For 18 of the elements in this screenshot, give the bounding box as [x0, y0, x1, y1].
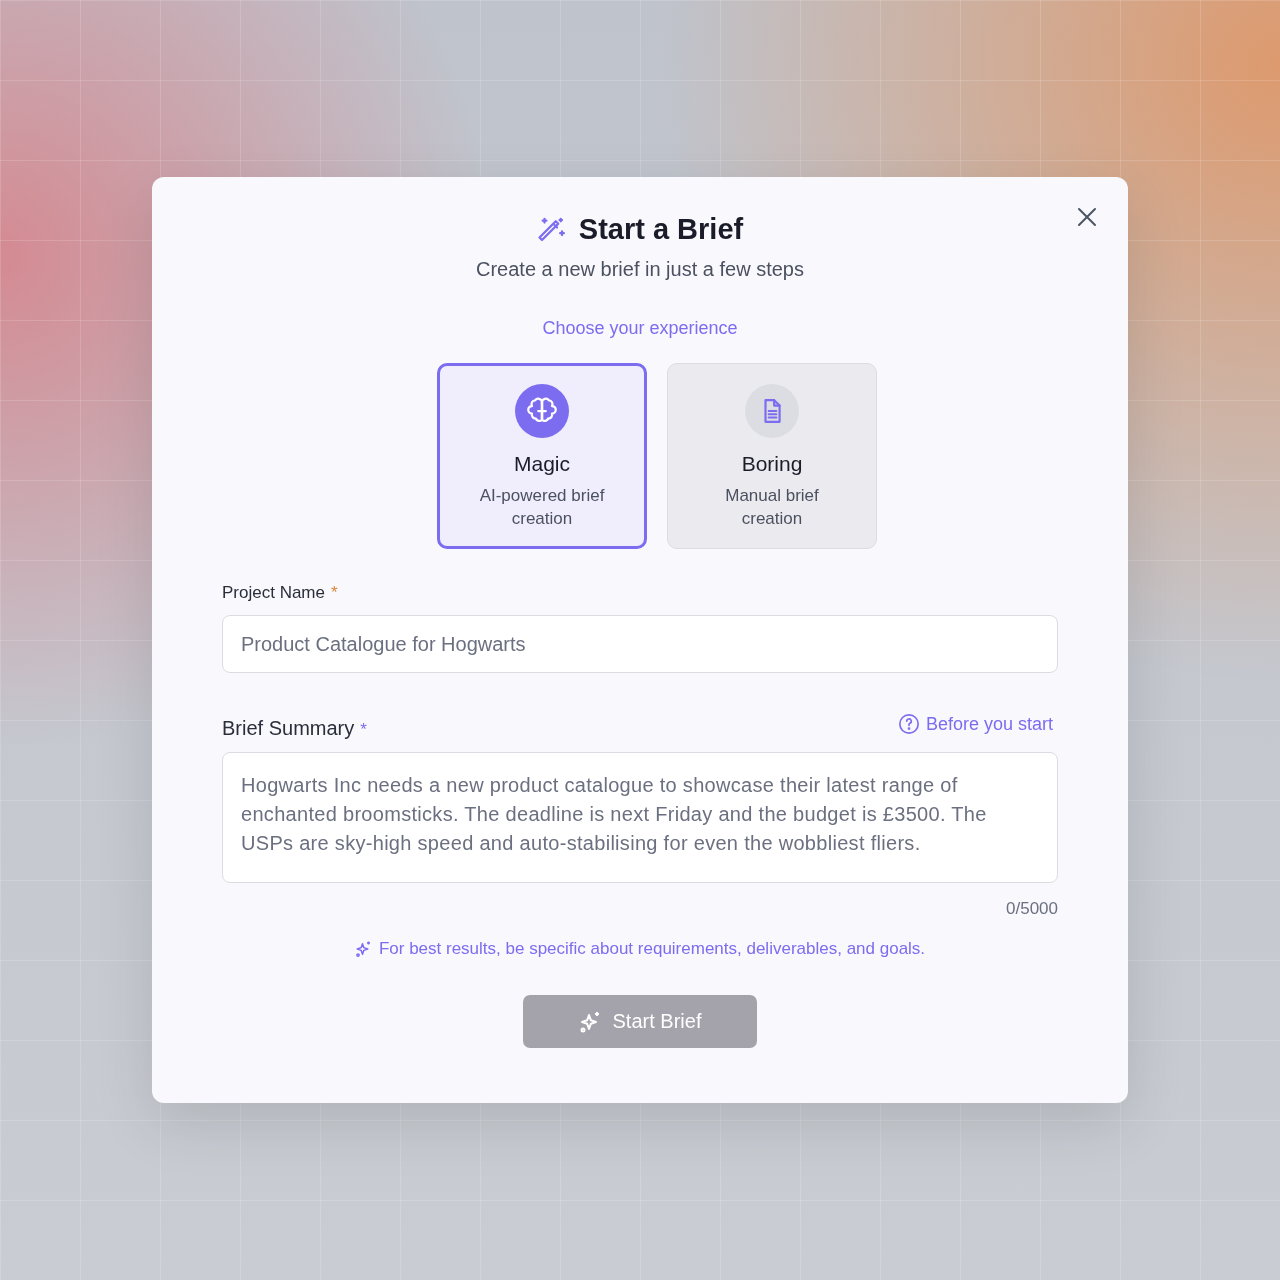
close-icon[interactable]	[1076, 206, 1098, 228]
tip-text: For best results, be specific about requirements, deliverables, and goals.	[378, 939, 926, 959]
sparkle-icon	[354, 940, 373, 958]
section-label: Choose your experience	[541, 318, 739, 339]
brief-summary-field[interactable]: Hogwarts Inc needs a new product catalogue to showcase their latest range of enchanted broomsticks. The deadline is next Friday and the budget is £3500. The USPs are sky-high speed and auto-stabilising for even the wobbliest fliers.	[222, 752, 1058, 883]
field-label: Brief Summary	[222, 717, 355, 740]
experience-option[interactable]: Magic AI-powered brief creation	[437, 363, 647, 549]
dialog-subtitle: Create a new brief in just a few steps	[475, 258, 805, 281]
experience-option[interactable]: Boring Manual brief creation	[667, 363, 877, 549]
dialog-title: Start a Brief	[578, 213, 744, 246]
character-counter: 0/5000	[1005, 899, 1058, 919]
help-icon	[897, 713, 920, 735]
field-label: Project Name	[222, 583, 325, 603]
required-asterisk: *	[331, 583, 338, 603]
project-name-field[interactable]: Product Catalogue for Hogwarts	[222, 615, 1058, 673]
help-link[interactable]: Before you start	[897, 713, 1053, 735]
required-asterisk: *	[360, 720, 367, 740]
brain-icon	[515, 384, 569, 438]
